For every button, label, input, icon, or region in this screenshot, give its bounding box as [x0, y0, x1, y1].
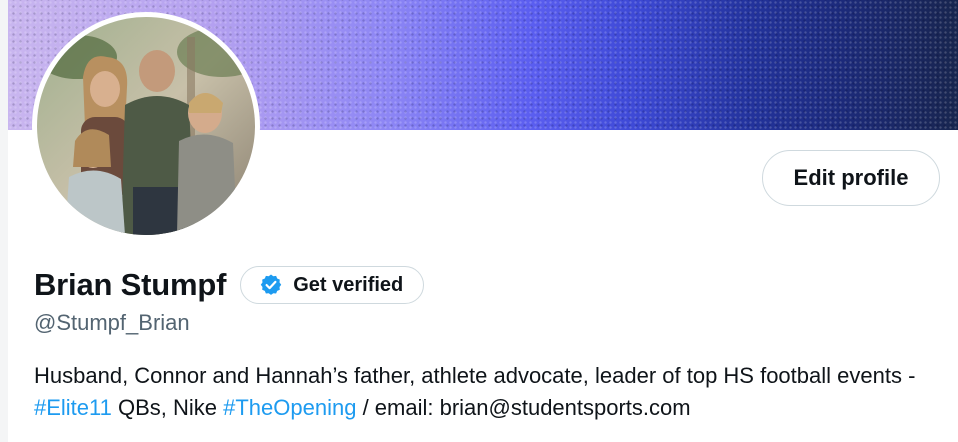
left-edge-strip [0, 0, 8, 442]
display-name: Brian Stumpf [34, 267, 227, 302]
user-handle: @Stumpf_Brian [34, 310, 190, 335]
bio-text-1: Husband, Connor and Hannah’s father, ath… [34, 363, 916, 388]
bio-text-2: QBs, Nike [111, 395, 224, 420]
hashtag-elite11-link[interactable]: #Elite11 [34, 395, 112, 420]
profile-bio: Husband, Connor and Hannah’s father, ath… [34, 360, 944, 424]
get-verified-button[interactable]: Get verified [240, 266, 425, 304]
bio-text-3: / email: brian@studentsports.com [356, 395, 691, 420]
edit-profile-label: Edit profile [793, 165, 909, 190]
avatar-photo [37, 17, 255, 235]
edit-profile-button[interactable]: Edit profile [762, 150, 940, 206]
hashtag-theopening-link[interactable]: #TheOpening [223, 395, 356, 420]
avatar[interactable] [32, 12, 260, 240]
profile-page: Edit profile Brian Stumpf Get verified @… [0, 0, 958, 442]
get-verified-label: Get verified [293, 273, 404, 296]
name-row: Brian Stumpf Get verified [34, 264, 425, 306]
verified-badge-icon [261, 274, 282, 295]
